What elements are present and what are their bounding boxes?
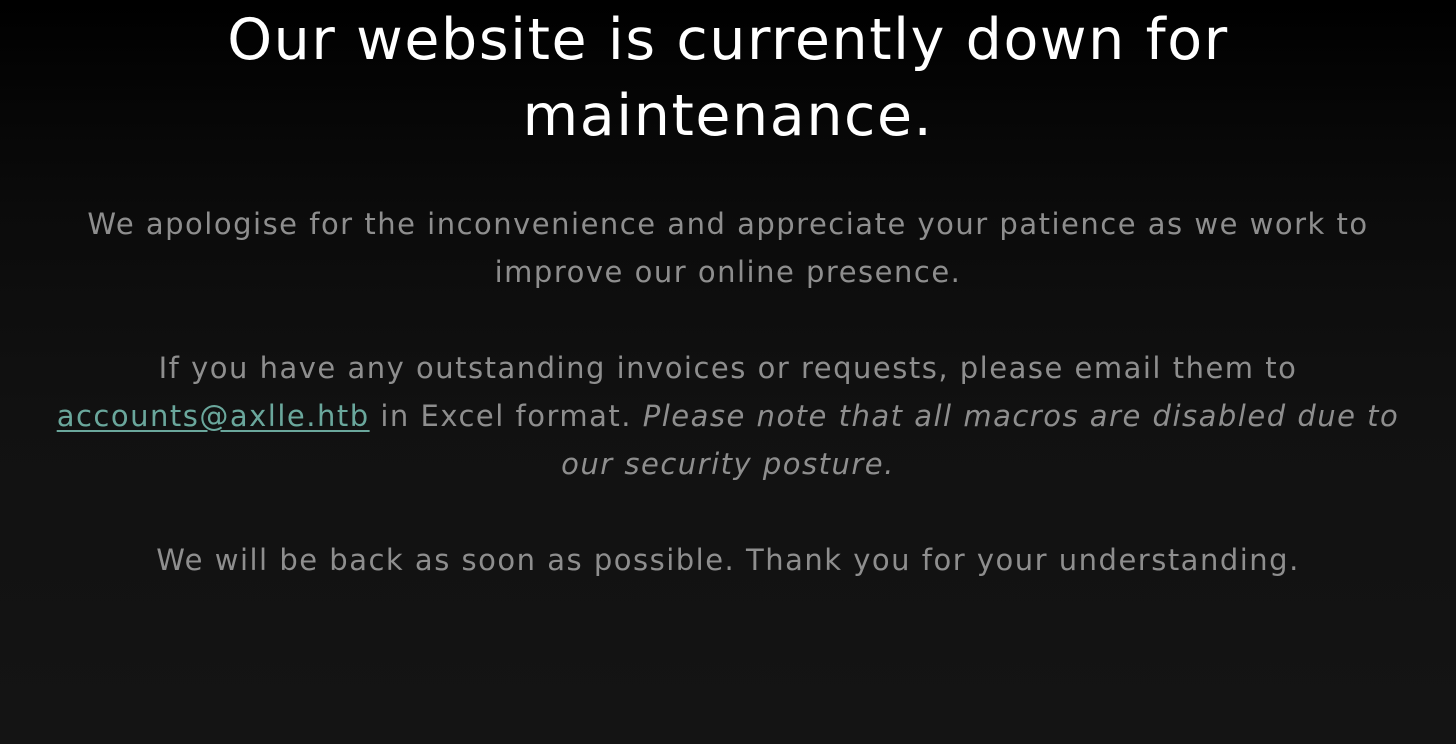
invoice-line-1: If you have any outstanding invoices or … (158, 351, 1298, 385)
apology-line-2: improve our online presence. (494, 255, 962, 289)
macros-note-part-2: our security posture. (561, 447, 895, 481)
accounts-email-link[interactable]: accounts@axlle.htb (57, 399, 370, 433)
invoice-instructions: If you have any outstanding invoices or … (0, 344, 1456, 488)
page-title: Our website is currently down for mainte… (0, 2, 1456, 154)
excel-format-text: in Excel format. (369, 399, 643, 433)
page-title-line-1: Our website is currently down for (227, 7, 1229, 73)
apology-line-1: We apologise for the inconvenience and a… (87, 207, 1369, 241)
closing-message: We will be back as soon as possible. Tha… (156, 543, 1300, 577)
macros-note-part-1: Please note that all macros are disabled… (642, 399, 1400, 433)
apology-message: We apologise for the inconvenience and a… (0, 200, 1456, 296)
page-title-line-2: maintenance. (522, 83, 934, 149)
